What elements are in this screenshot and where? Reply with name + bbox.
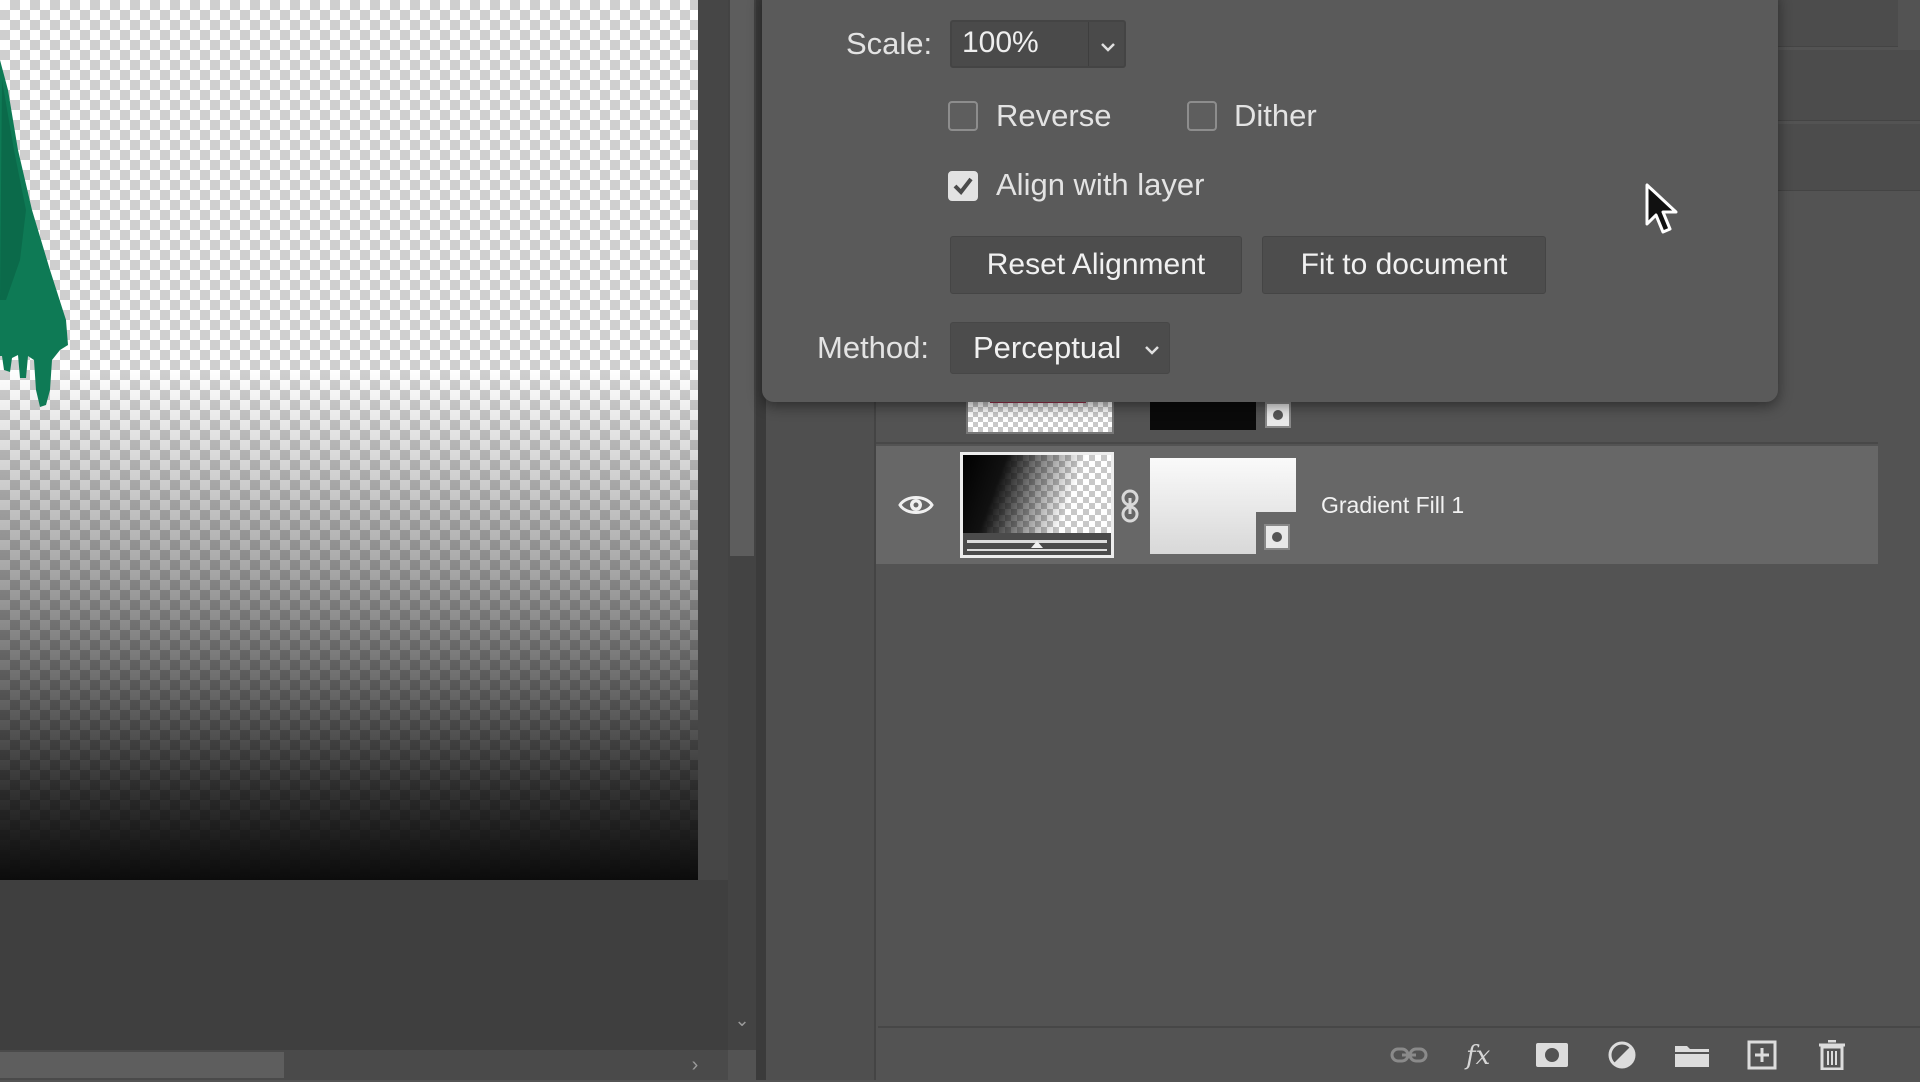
horizontal-scroll-thumb[interactable] bbox=[0, 1052, 284, 1078]
vector-mask-icon bbox=[1264, 524, 1290, 550]
add-mask-icon[interactable] bbox=[1532, 1040, 1572, 1070]
scale-field-divider bbox=[1088, 22, 1089, 66]
gradient-stop-icon bbox=[1031, 541, 1043, 548]
method-value[interactable]: Perceptual bbox=[973, 330, 1121, 366]
green-paint-drip bbox=[0, 60, 68, 407]
align-with-layer-label[interactable]: Align with layer bbox=[996, 167, 1204, 203]
scroll-right-arrow-icon[interactable]: › bbox=[680, 1052, 710, 1078]
fit-to-document-button[interactable]: Fit to document bbox=[1262, 236, 1546, 294]
new-layer-icon[interactable] bbox=[1742, 1040, 1782, 1070]
link-chain-icon[interactable] bbox=[1118, 488, 1142, 524]
panel-header-strip bbox=[1778, 50, 1920, 121]
svg-text:fx: fx bbox=[1464, 1041, 1491, 1070]
align-with-layer-checkbox[interactable] bbox=[948, 171, 978, 201]
chevron-down-icon[interactable] bbox=[1141, 339, 1163, 361]
panel-header-strip bbox=[1778, 0, 1898, 47]
dither-checkbox[interactable] bbox=[1187, 101, 1217, 131]
scale-value[interactable]: 100% bbox=[962, 26, 1039, 60]
reverse-label[interactable]: Reverse bbox=[996, 98, 1111, 134]
gradient-fill-thumbnail[interactable] bbox=[960, 452, 1114, 558]
link-layers-icon[interactable] bbox=[1389, 1040, 1429, 1070]
reverse-checkbox[interactable] bbox=[948, 101, 978, 131]
gradient-fill-preview bbox=[0, 0, 698, 880]
panel-header-strip bbox=[1778, 124, 1920, 191]
method-label: Method: bbox=[817, 330, 930, 365]
folder-icon[interactable] bbox=[1672, 1040, 1712, 1070]
trash-icon[interactable] bbox=[1812, 1040, 1852, 1070]
chevron-down-icon[interactable] bbox=[1097, 36, 1119, 58]
document-canvas[interactable] bbox=[0, 0, 698, 880]
pasteboard bbox=[0, 880, 728, 1050]
scale-label: Scale: bbox=[846, 26, 933, 61]
vertical-scroll-thumb[interactable] bbox=[730, 0, 754, 556]
fx-icon[interactable]: fx bbox=[1462, 1040, 1502, 1070]
vector-mask-icon bbox=[1265, 402, 1291, 428]
scroll-down-arrow-icon[interactable]: ⌄ bbox=[730, 1005, 754, 1035]
visibility-eye-icon[interactable] bbox=[898, 490, 934, 520]
reset-alignment-button[interactable]: Reset Alignment bbox=[950, 236, 1242, 294]
adjustment-layer-icon[interactable] bbox=[1602, 1040, 1642, 1070]
dither-label[interactable]: Dither bbox=[1234, 98, 1317, 134]
checkmark-icon bbox=[953, 177, 973, 196]
gradient-swatch bbox=[963, 455, 1111, 533]
layer-name[interactable]: Gradient Fill 1 bbox=[1321, 492, 1464, 519]
mouse-pointer-icon bbox=[1645, 183, 1678, 234]
